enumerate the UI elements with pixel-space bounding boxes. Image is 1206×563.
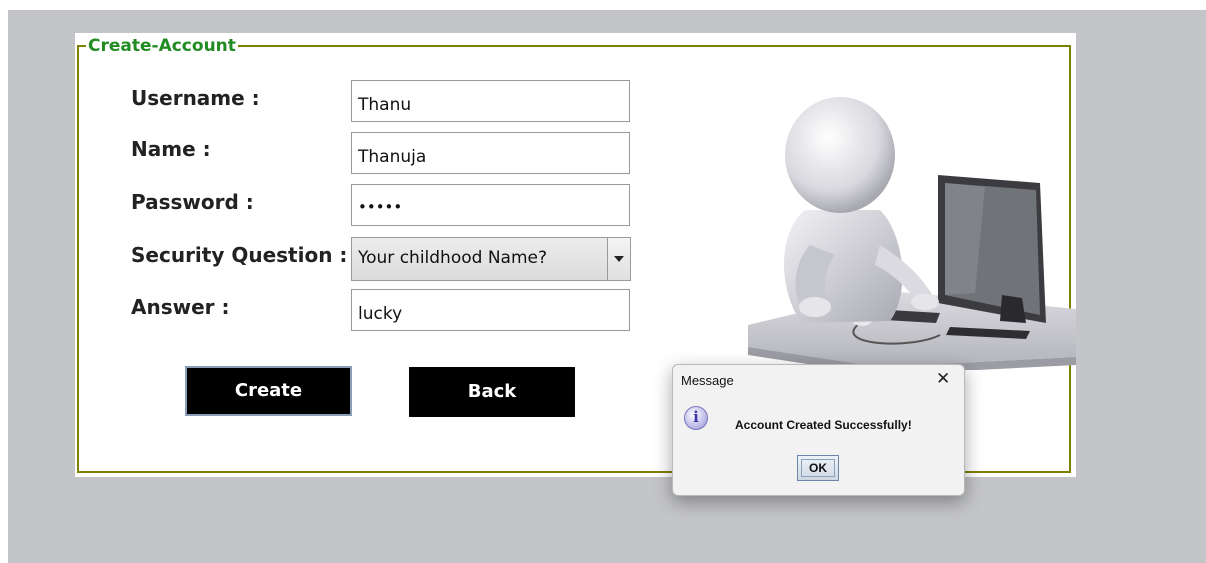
username-label: Username : [131,86,260,110]
answer-label: Answer : [131,295,230,319]
create-account-legend: Create-Account [86,36,238,56]
name-field[interactable]: Thanuja [351,132,630,174]
security-question-label: Security Question : [131,243,348,267]
security-question-select[interactable]: Your childhood Name? [351,237,631,281]
ok-button[interactable]: OK [797,455,839,481]
info-icon: i [684,406,708,430]
username-field[interactable]: Thanu [351,80,630,122]
user-at-computer-illustration [748,97,1076,370]
chevron-down-icon [614,256,624,262]
message-dialog: Message ✕ i Account Created Successfully… [672,364,965,496]
create-button[interactable]: Create [185,366,352,416]
name-label: Name : [131,137,211,161]
answer-field[interactable]: lucky [351,289,630,331]
dialog-message: Account Created Successfully! [735,418,912,432]
password-label: Password : [131,190,254,214]
back-button[interactable]: Back [409,367,575,417]
close-icon[interactable]: ✕ [936,369,950,389]
dropdown-button[interactable] [607,238,630,280]
security-question-value: Your childhood Name? [358,248,548,268]
password-field[interactable]: ••••• [351,184,630,226]
dialog-title: Message [681,373,734,388]
